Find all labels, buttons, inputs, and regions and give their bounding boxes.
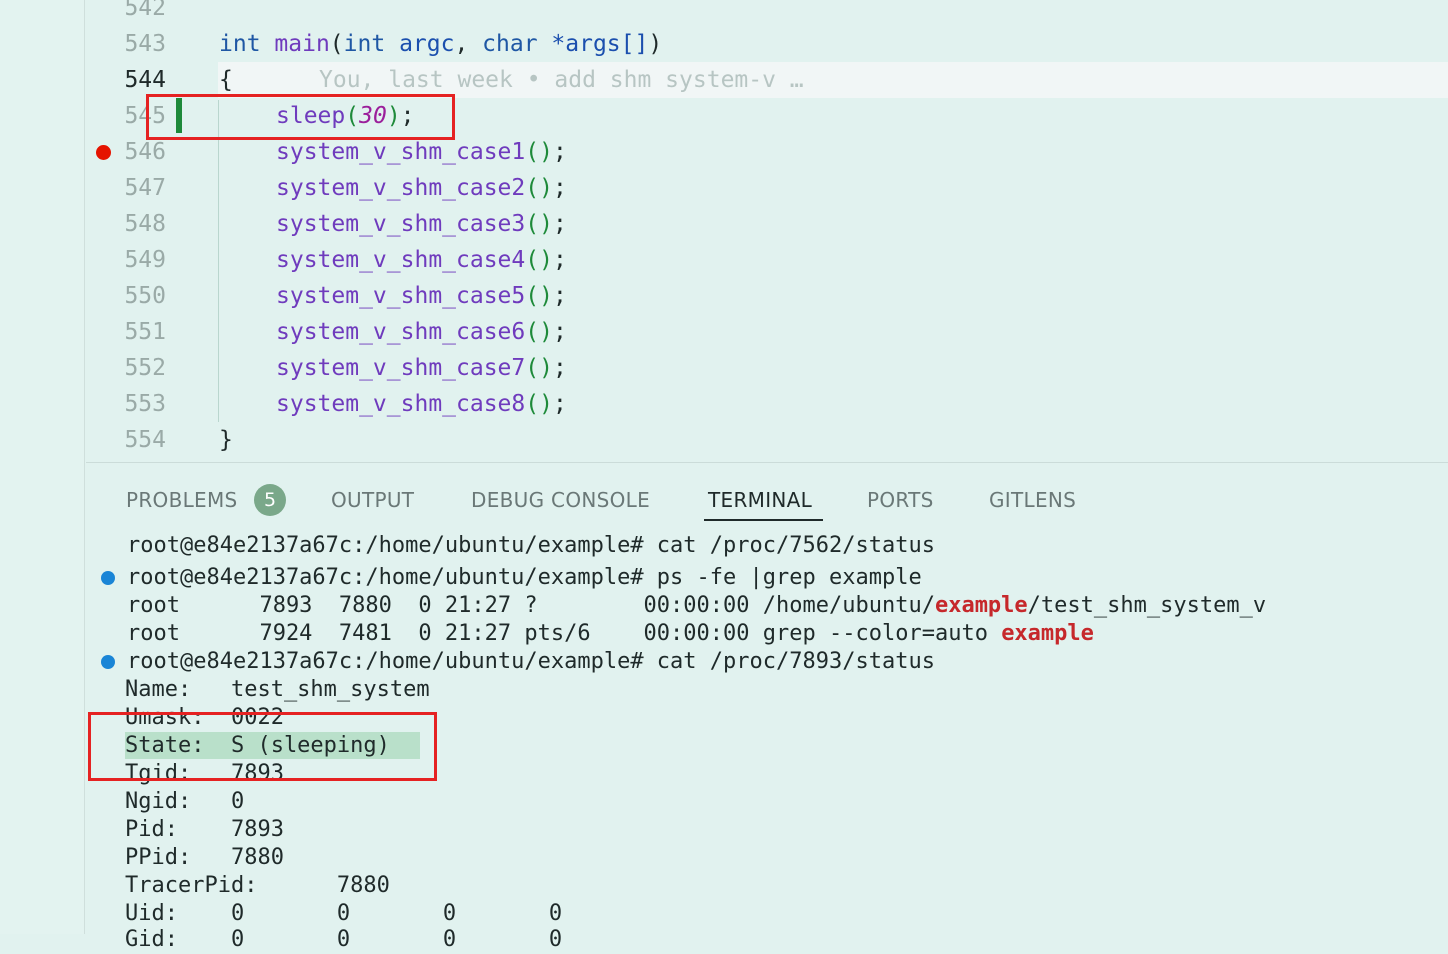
tab-ports[interactable]: PORTS — [867, 485, 934, 515]
code-line-554[interactable]: 554 } — [86, 422, 1448, 458]
status-line: Pid: 7893 — [125, 817, 284, 842]
line-number: 548 — [124, 211, 166, 237]
code-line-549[interactable]: 549 system_v_shm_case4(); — [86, 242, 1448, 278]
tab-terminal[interactable]: TERMINAL — [708, 485, 812, 515]
code-editor[interactable]: 542 543 int main(int argc, char *args[])… — [86, 0, 1448, 462]
call-statement: system_v_shm_case4(); — [276, 247, 567, 273]
command-decoration-icon[interactable] — [101, 655, 115, 669]
call-statement: system_v_shm_case3(); — [276, 211, 567, 237]
line-number: 553 — [124, 391, 166, 417]
call-statement: system_v_shm_case7(); — [276, 355, 567, 381]
indent-guide — [218, 100, 219, 422]
open-brace: { — [219, 67, 233, 93]
line-number: 549 — [124, 247, 166, 273]
line-number: 542 — [124, 0, 166, 21]
code-line-551[interactable]: 551 system_v_shm_case6(); — [86, 314, 1448, 350]
line-number: 550 — [124, 283, 166, 309]
terminal-line: root@e84e2137a67c:/home/ubuntu/example# … — [127, 565, 922, 590]
code-line-550[interactable]: 550 system_v_shm_case5(); — [86, 278, 1448, 314]
problems-count-badge: 5 — [254, 484, 286, 516]
line-number: 552 — [124, 355, 166, 381]
call-statement: system_v_shm_case5(); — [276, 283, 567, 309]
annotation-box-state — [88, 712, 437, 781]
line-number: 543 — [124, 31, 166, 57]
tab-problems[interactable]: PROBLEMS — [126, 485, 238, 515]
terminal-line: root@e84e2137a67c:/home/ubuntu/example# … — [127, 533, 935, 558]
activity-strip — [0, 0, 85, 934]
code-line-552[interactable]: 552 system_v_shm_case7(); — [86, 350, 1448, 386]
status-line: Ngid: 0 — [125, 789, 245, 814]
gitlens-blame-annotation[interactable]: You, last week • add shm system-v … — [319, 62, 804, 98]
code-line-542[interactable]: 542 — [86, 0, 1448, 26]
status-line: TracerPid: 7880 — [125, 873, 390, 898]
active-tab-underline — [704, 519, 823, 521]
annotation-box-sleep — [146, 94, 455, 140]
tab-debug-console[interactable]: DEBUG CONSOLE — [471, 485, 650, 515]
main-signature: int main(int argc, char *args[]) — [219, 31, 663, 57]
line-number: 551 — [124, 319, 166, 345]
tab-gitlens[interactable]: GITLENS — [989, 485, 1076, 515]
terminal-line: root 7924 7481 0 21:27 pts/6 00:00:00 gr… — [127, 621, 1094, 646]
status-line: Uid: 0 0 0 0 — [125, 901, 563, 926]
status-line: PPid: 7880 — [125, 845, 284, 870]
line-number: 544 — [124, 67, 166, 93]
strip-divider — [84, 0, 85, 934]
call-statement: system_v_shm_case8(); — [276, 391, 567, 417]
status-line: Name: test_shm_system — [125, 677, 430, 702]
code-line-553[interactable]: 553 system_v_shm_case8(); — [86, 386, 1448, 422]
line-number: 547 — [124, 175, 166, 201]
code-line-543[interactable]: 543 int main(int argc, char *args[]) — [86, 26, 1448, 62]
status-line: Gid: 0 0 0 0 — [125, 927, 563, 952]
tab-output[interactable]: OUTPUT — [331, 485, 414, 515]
code-line-544[interactable]: 544 { You, last week • add shm system-v … — [86, 62, 1448, 98]
code-line-548[interactable]: 548 system_v_shm_case3(); — [86, 206, 1448, 242]
call-statement: system_v_shm_case6(); — [276, 319, 567, 345]
terminal-line: root@e84e2137a67c:/home/ubuntu/example# … — [127, 649, 935, 674]
command-decoration-icon[interactable] — [101, 571, 115, 585]
line-number: 554 — [124, 427, 166, 453]
close-brace: } — [219, 427, 233, 453]
breakpoint-icon[interactable] — [96, 145, 111, 160]
code-line-547[interactable]: 547 system_v_shm_case2(); — [86, 170, 1448, 206]
call-statement: system_v_shm_case2(); — [276, 175, 567, 201]
terminal-line: root 7893 7880 0 21:27 ? 00:00:00 /home/… — [127, 593, 1267, 618]
